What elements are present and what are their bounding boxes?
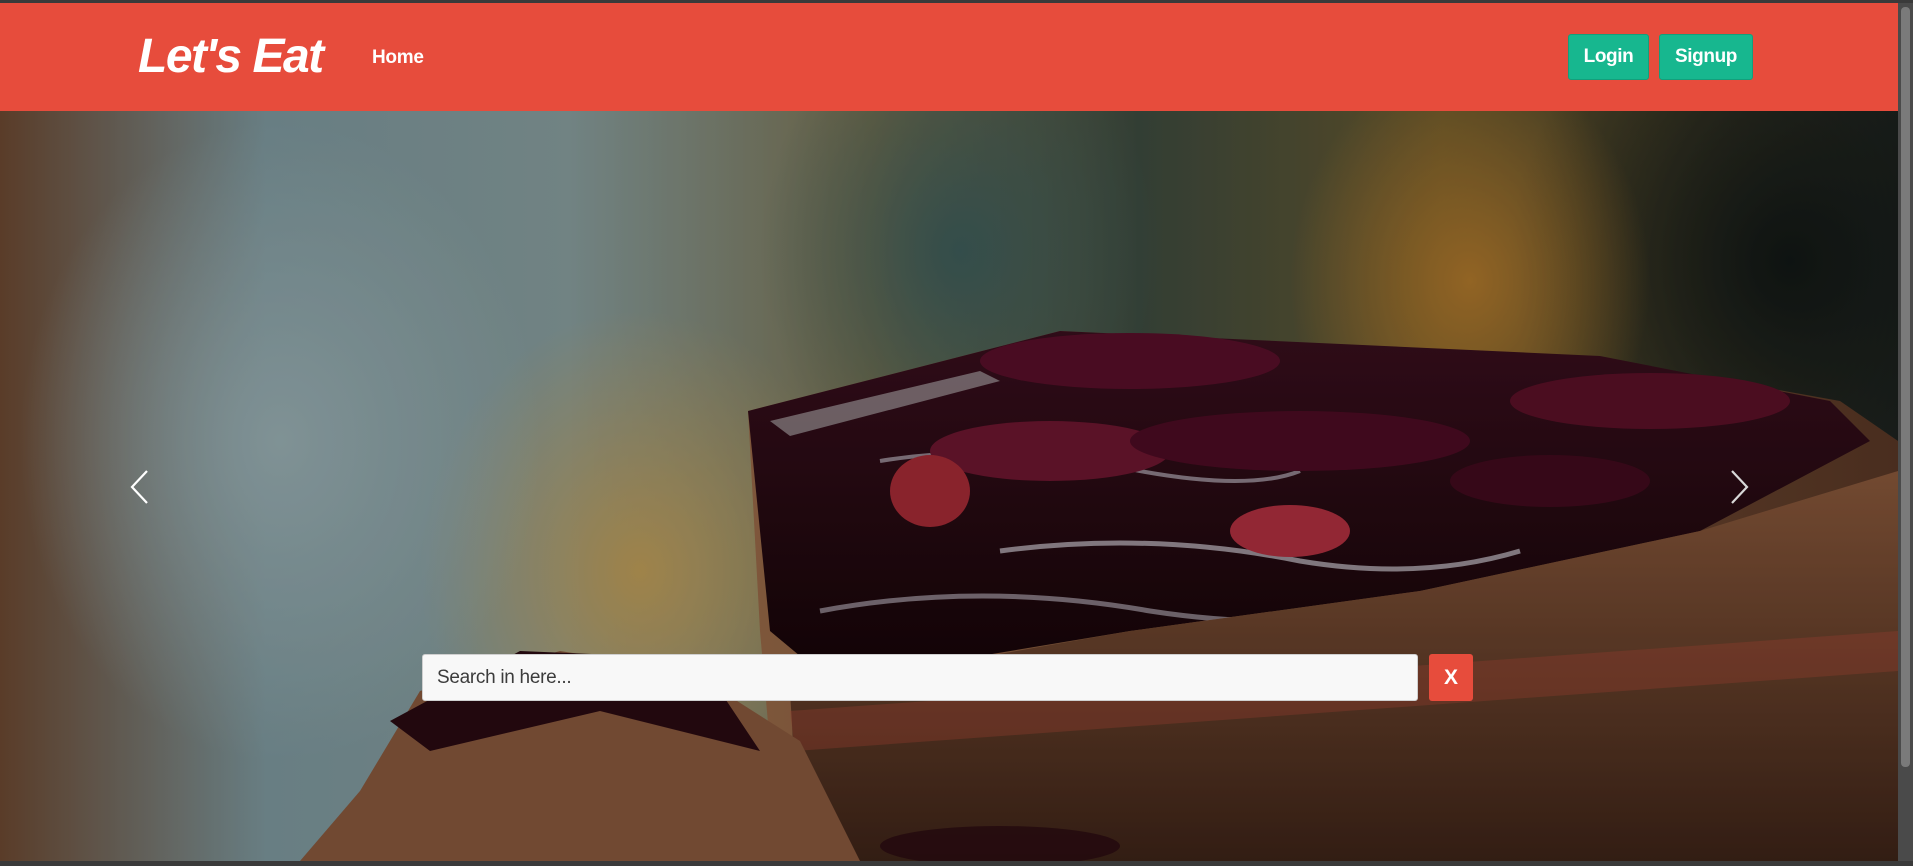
carousel-next-button[interactable] bbox=[1725, 465, 1755, 509]
navbar: Let's Eat Home Login Signup bbox=[0, 3, 1898, 111]
search-bar bbox=[422, 654, 1418, 701]
scrollbar-thumb[interactable] bbox=[1901, 7, 1910, 767]
page: Let's Eat Home Login Signup Search in he… bbox=[0, 0, 1913, 866]
signup-button[interactable]: Signup bbox=[1659, 34, 1753, 80]
chevron-left-icon bbox=[130, 470, 148, 504]
search-input[interactable] bbox=[422, 654, 1418, 701]
vertical-scrollbar[interactable] bbox=[1898, 3, 1913, 861]
chevron-right-icon bbox=[1731, 470, 1749, 504]
brand-logo[interactable]: Let's Eat bbox=[138, 29, 324, 85]
hero-carousel bbox=[0, 111, 1898, 861]
hero-overlay bbox=[0, 111, 1898, 861]
bottom-border bbox=[0, 861, 1913, 866]
login-button[interactable]: Login bbox=[1568, 34, 1649, 80]
clear-search-button[interactable]: X bbox=[1429, 654, 1473, 701]
nav-link-home[interactable]: Home bbox=[372, 47, 424, 69]
carousel-prev-button[interactable] bbox=[124, 465, 154, 509]
